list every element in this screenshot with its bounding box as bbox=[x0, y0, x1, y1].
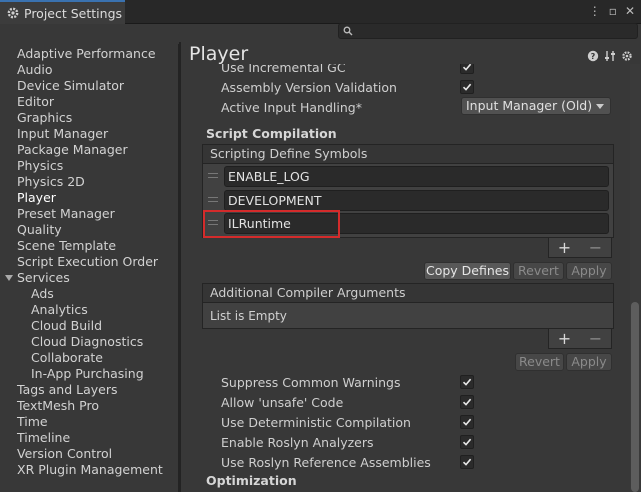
sidebar-item-time[interactable]: Time bbox=[17, 414, 48, 430]
plus-icon[interactable]: + bbox=[558, 238, 571, 257]
use-roslyn-reference-assemblies-label: Use Roslyn Reference Assemblies bbox=[221, 455, 431, 470]
checkmark-icon bbox=[462, 83, 472, 91]
sidebar-item-quality[interactable]: Quality bbox=[17, 222, 62, 238]
sidebar-item-cloud-build[interactable]: Cloud Build bbox=[31, 318, 102, 334]
enable-roslyn-analyzers-checkbox[interactable] bbox=[460, 435, 474, 449]
expand-arrow-icon[interactable] bbox=[5, 275, 13, 281]
minus-icon[interactable]: − bbox=[589, 329, 602, 348]
sidebar-item-cloud-diagnostics[interactable]: Cloud Diagnostics bbox=[31, 334, 143, 350]
sidebar-item-player[interactable]: Player bbox=[17, 190, 56, 206]
sidebar-item-tags-and-layers[interactable]: Tags and Layers bbox=[17, 382, 118, 398]
sidebar-item-physics[interactable]: Physics bbox=[17, 158, 63, 174]
sidebar-item-script-execution-order[interactable]: Script Execution Order bbox=[17, 254, 158, 270]
apply-button[interactable]: Apply bbox=[566, 262, 612, 280]
sidebar-item-scene-template[interactable]: Scene Template bbox=[17, 238, 116, 254]
header-icons: ? bbox=[587, 50, 633, 62]
sidebar-item-collaborate[interactable]: Collaborate bbox=[31, 350, 103, 366]
highlight-box bbox=[203, 210, 340, 238]
kebab-menu-icon[interactable]: ⋮ bbox=[589, 4, 601, 18]
sidebar-item-physics-2d[interactable]: Physics 2D bbox=[17, 174, 85, 190]
symbols-add-remove: + − bbox=[548, 238, 612, 258]
revert-button[interactable]: Revert bbox=[513, 262, 564, 280]
header-bar bbox=[181, 44, 630, 64]
sidebar-item-preset-manager[interactable]: Preset Manager bbox=[17, 206, 115, 222]
maximize-icon[interactable]: ▫ bbox=[609, 4, 617, 18]
checkmark-icon bbox=[462, 418, 472, 426]
suppress-common-warnings-label: Suppress Common Warnings bbox=[221, 375, 401, 390]
empty-list-text: List is Empty bbox=[210, 309, 287, 323]
window-controls: ⋮ ▫ ✕ bbox=[589, 4, 635, 18]
suppress-common-warnings-checkbox[interactable] bbox=[460, 375, 474, 389]
sidebar-item-xr-plugin-management[interactable]: XR Plugin Management bbox=[17, 462, 163, 478]
assembly-version-validation-checkbox[interactable] bbox=[460, 80, 474, 94]
page-title: Player bbox=[189, 43, 249, 65]
tab-title: Project Settings bbox=[24, 5, 123, 21]
list-item: ENABLE_LOG bbox=[203, 165, 613, 187]
sidebar-item-services[interactable]: Services bbox=[5, 270, 70, 286]
preset-icon[interactable] bbox=[604, 50, 616, 62]
sidebar-item-package-manager[interactable]: Package Manager bbox=[17, 142, 128, 158]
tab-project-settings[interactable]: Project Settings bbox=[0, 0, 125, 24]
sidebar-item-input-manager[interactable]: Input Manager bbox=[17, 126, 108, 142]
compiler-args-list: List is Empty bbox=[202, 303, 614, 329]
use-roslyn-reference-assemblies-checkbox[interactable] bbox=[460, 455, 474, 469]
chevron-down-icon bbox=[596, 104, 604, 109]
sidebar-item-in-app-purchasing[interactable]: In-App Purchasing bbox=[31, 366, 144, 382]
copy-defines-button[interactable]: Copy Defines bbox=[424, 262, 511, 280]
additional-compiler-arguments-header: Additional Compiler Arguments bbox=[202, 283, 614, 303]
checkmark-icon bbox=[462, 398, 472, 406]
apply-button[interactable]: Apply bbox=[566, 353, 612, 371]
use-deterministic-compilation-checkbox[interactable] bbox=[460, 415, 474, 429]
plus-icon[interactable]: + bbox=[558, 329, 571, 348]
window-titlebar: Project Settings ⋮ ▫ ✕ bbox=[0, 0, 641, 24]
enable-roslyn-analyzers-label: Enable Roslyn Analyzers bbox=[221, 435, 374, 450]
sidebar-item-adaptive-performance[interactable]: Adaptive Performance bbox=[17, 46, 156, 62]
sidebar-item-label: Services bbox=[17, 270, 70, 285]
define-symbol-field[interactable]: ENABLE_LOG bbox=[224, 166, 609, 187]
allow-unsafe-code-label: Allow 'unsafe' Code bbox=[221, 395, 344, 410]
help-icon[interactable]: ? bbox=[587, 50, 599, 62]
sidebar-item-analytics[interactable]: Analytics bbox=[31, 302, 88, 318]
allow-unsafe-code-checkbox[interactable] bbox=[460, 395, 474, 409]
active-input-handling-dropdown[interactable]: Input Manager (Old) bbox=[461, 97, 611, 115]
active-input-handling-label: Active Input Handling* bbox=[221, 100, 362, 115]
scripting-define-symbols-header: Scripting Define Symbols bbox=[202, 144, 614, 164]
checkmark-icon bbox=[462, 438, 472, 446]
search-icon bbox=[343, 26, 353, 36]
assembly-version-validation-label: Assembly Version Validation bbox=[221, 80, 397, 95]
compiler-args-add-remove: + − bbox=[548, 329, 612, 349]
minus-icon[interactable]: − bbox=[589, 238, 602, 257]
drag-handle-icon[interactable] bbox=[208, 173, 218, 178]
sidebar-item-ads[interactable]: Ads bbox=[31, 286, 54, 302]
gear-icon bbox=[7, 7, 19, 19]
checkmark-icon bbox=[462, 378, 472, 386]
svg-text:?: ? bbox=[591, 52, 596, 61]
sidebar-item-timeline[interactable]: Timeline bbox=[17, 430, 70, 446]
use-deterministic-compilation-label: Use Deterministic Compilation bbox=[221, 415, 411, 430]
drag-handle-icon[interactable] bbox=[208, 197, 218, 202]
revert-button[interactable]: Revert bbox=[515, 353, 564, 371]
sidebar-item-device-simulator[interactable]: Device Simulator bbox=[17, 78, 124, 94]
script-compilation-title: Script Compilation bbox=[206, 126, 337, 141]
dropdown-value: Input Manager (Old) bbox=[466, 98, 593, 113]
sidebar-item-textmesh-pro[interactable]: TextMesh Pro bbox=[17, 398, 99, 414]
checkmark-icon bbox=[462, 458, 472, 466]
define-symbol-field[interactable]: DEVELOPMENT bbox=[224, 190, 609, 211]
sidebar-item-graphics[interactable]: Graphics bbox=[17, 110, 72, 126]
list-item: DEVELOPMENT bbox=[203, 189, 613, 211]
search-input[interactable] bbox=[338, 23, 638, 39]
settings-icon[interactable] bbox=[621, 50, 633, 62]
sidebar-item-version-control[interactable]: Version Control bbox=[17, 446, 112, 462]
sidebar-item-editor[interactable]: Editor bbox=[17, 94, 54, 110]
optimization-title: Optimization bbox=[206, 473, 297, 488]
sidebar-item-audio[interactable]: Audio bbox=[17, 62, 53, 78]
scrollbar-thumb[interactable] bbox=[631, 302, 639, 492]
close-icon[interactable]: ✕ bbox=[625, 4, 635, 18]
